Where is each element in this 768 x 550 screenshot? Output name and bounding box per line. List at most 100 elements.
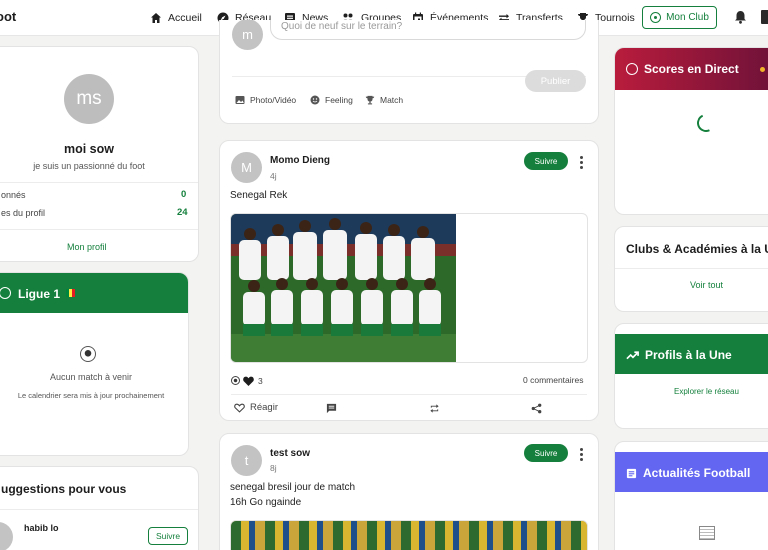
nav-item-label: Tournois — [595, 12, 635, 24]
more-options-icon[interactable] — [580, 156, 583, 171]
suggestions-title: uggestions pour vous — [1, 482, 127, 496]
post-image[interactable] — [230, 213, 588, 363]
avatar[interactable] — [0, 522, 13, 550]
nav-item-accueil[interactable]: Accueil — [150, 10, 202, 26]
composer-card: m Quoi de neuf sur le terrain? Photo/Vid… — [219, 20, 599, 124]
team-photo — [231, 214, 456, 362]
heart-icon — [243, 376, 254, 386]
featured-profiles-card: Profils à la Une Explorer le réseau — [614, 323, 768, 429]
football-news-title-row: Actualités Football — [626, 466, 750, 480]
clubs-title: Clubs & Académies à la U — [626, 242, 768, 256]
suggestion-user-name[interactable]: habib lo — [24, 523, 59, 533]
stat-label-abonnes: onnés — [1, 190, 26, 200]
my-profile-link[interactable]: Mon profil — [67, 242, 107, 252]
avatar[interactable]: M — [231, 152, 262, 183]
football-news-header: Actualités Football — [615, 452, 768, 492]
follow-suggestion-button[interactable]: Suivre — [148, 527, 188, 545]
react-button[interactable]: Réagir — [234, 402, 278, 413]
home-icon — [151, 13, 161, 23]
live-indicator-dot — [760, 67, 765, 72]
live-scores-title-row: Scores en Direct — [626, 62, 739, 76]
post-author[interactable]: test sow — [270, 448, 310, 459]
see-all-clubs-link[interactable]: Voir tout — [690, 280, 723, 290]
league-card: Ligue 1 Aucun match à venir Le calendrie… — [0, 272, 189, 456]
brand-logo[interactable]: oot — [0, 9, 16, 24]
feeling-label: Feeling — [325, 95, 353, 105]
notifications-bell-icon[interactable] — [734, 10, 747, 29]
post-image[interactable] — [230, 520, 588, 550]
divider — [231, 394, 587, 395]
more-options-icon[interactable] — [580, 448, 583, 463]
stat-value-abonnes: 0 — [181, 189, 187, 200]
repost-icon[interactable] — [429, 403, 440, 414]
publish-button[interactable]: Publier — [525, 70, 586, 92]
avatar[interactable]: ms — [64, 74, 114, 124]
avatar: m — [232, 20, 263, 50]
profile-card: ms moi sow je suis un passionné du foot … — [0, 46, 199, 262]
heart-outline-icon — [234, 403, 245, 413]
explore-network-link[interactable]: Explorer le réseau — [674, 387, 739, 396]
clubs-card: Clubs & Académies à la U Voir tout — [614, 226, 768, 312]
follow-button[interactable]: Suivre — [524, 152, 568, 170]
divider — [0, 509, 198, 510]
smiley-icon — [310, 95, 320, 105]
stat-label-vues: es du profil — [1, 208, 46, 218]
trending-up-icon — [626, 351, 639, 360]
nav-item-label: Accueil — [168, 12, 202, 24]
profile-bio: je suis un passionné du foot — [33, 161, 145, 171]
soccer-ball-icon — [80, 346, 96, 362]
featured-profiles-title: Profils à la Une — [645, 348, 732, 362]
newspaper-icon — [699, 526, 715, 540]
live-scores-card: Scores en Direct — [614, 47, 768, 215]
flag-icon[interactable] — [761, 10, 768, 24]
football-news-card: Actualités Football — [614, 441, 768, 550]
photo-icon — [235, 96, 245, 104]
football-icon — [650, 12, 662, 23]
football-icon — [626, 63, 638, 75]
post-timestamp: 4j — [270, 171, 277, 181]
match-button[interactable]: Match — [365, 95, 403, 105]
stadium-crowd-image — [231, 521, 587, 550]
mon-club-button[interactable]: Mon Club — [642, 6, 717, 29]
photo-video-button[interactable]: Photo/Vidéo — [235, 95, 296, 105]
divider — [0, 182, 198, 183]
profile-name[interactable]: moi sow — [1, 142, 177, 156]
featured-profiles-title-row: Profils à la Une — [626, 348, 732, 362]
soccer-reaction-icon — [231, 376, 240, 385]
trophy-icon — [365, 95, 375, 105]
post-card: t test sow 8j Suivre senegal bresil jour… — [219, 433, 599, 550]
match-label: Match — [380, 95, 404, 105]
live-scores-header: Scores en Direct — [615, 48, 768, 90]
live-scores-title: Scores en Direct — [644, 62, 739, 76]
news-icon — [626, 468, 637, 478]
post-text-line: senegal bresil jour de match — [230, 482, 356, 493]
post-text-line: 16h Go ngainde — [230, 497, 302, 508]
share-icon[interactable] — [531, 403, 542, 414]
featured-profiles-header: Profils à la Une — [615, 334, 768, 374]
mon-club-label: Mon Club — [666, 12, 709, 23]
post-card: M Momo Dieng 4j Suivre Senegal Rek 3 0 c… — [219, 140, 599, 421]
divider — [0, 229, 198, 230]
senegal-flag-icon — [66, 289, 75, 297]
stat-value-vues: 24 — [177, 207, 188, 218]
post-author[interactable]: Momo Dieng — [270, 155, 330, 166]
no-match-title: Aucun match à venir — [49, 372, 133, 382]
divider — [615, 268, 768, 269]
post-timestamp: 8j — [270, 463, 277, 473]
react-label: Réagir — [250, 402, 278, 413]
league-header: Ligue 1 — [0, 273, 188, 313]
football-icon — [0, 287, 11, 299]
loading-spinner — [694, 111, 718, 135]
suggestions-card: uggestions pour vous habib lo Suivre — [0, 466, 199, 550]
comment-icon[interactable] — [326, 403, 337, 414]
reaction-count[interactable]: 3 — [258, 376, 263, 386]
no-match-subtitle: Le calendrier sera mis à jour prochainem… — [17, 391, 165, 400]
avatar[interactable]: t — [231, 445, 262, 476]
feeling-button[interactable]: Feeling — [310, 95, 353, 105]
follow-button[interactable]: Suivre — [524, 444, 568, 462]
post-text-line: Senegal Rek — [230, 190, 288, 201]
comments-count[interactable]: 0 commentaires — [523, 375, 583, 385]
post-composer-input[interactable]: Quoi de neuf sur le terrain? — [270, 20, 586, 40]
football-news-title: Actualités Football — [643, 466, 751, 480]
photo-video-label: Photo/Vidéo — [250, 95, 297, 105]
